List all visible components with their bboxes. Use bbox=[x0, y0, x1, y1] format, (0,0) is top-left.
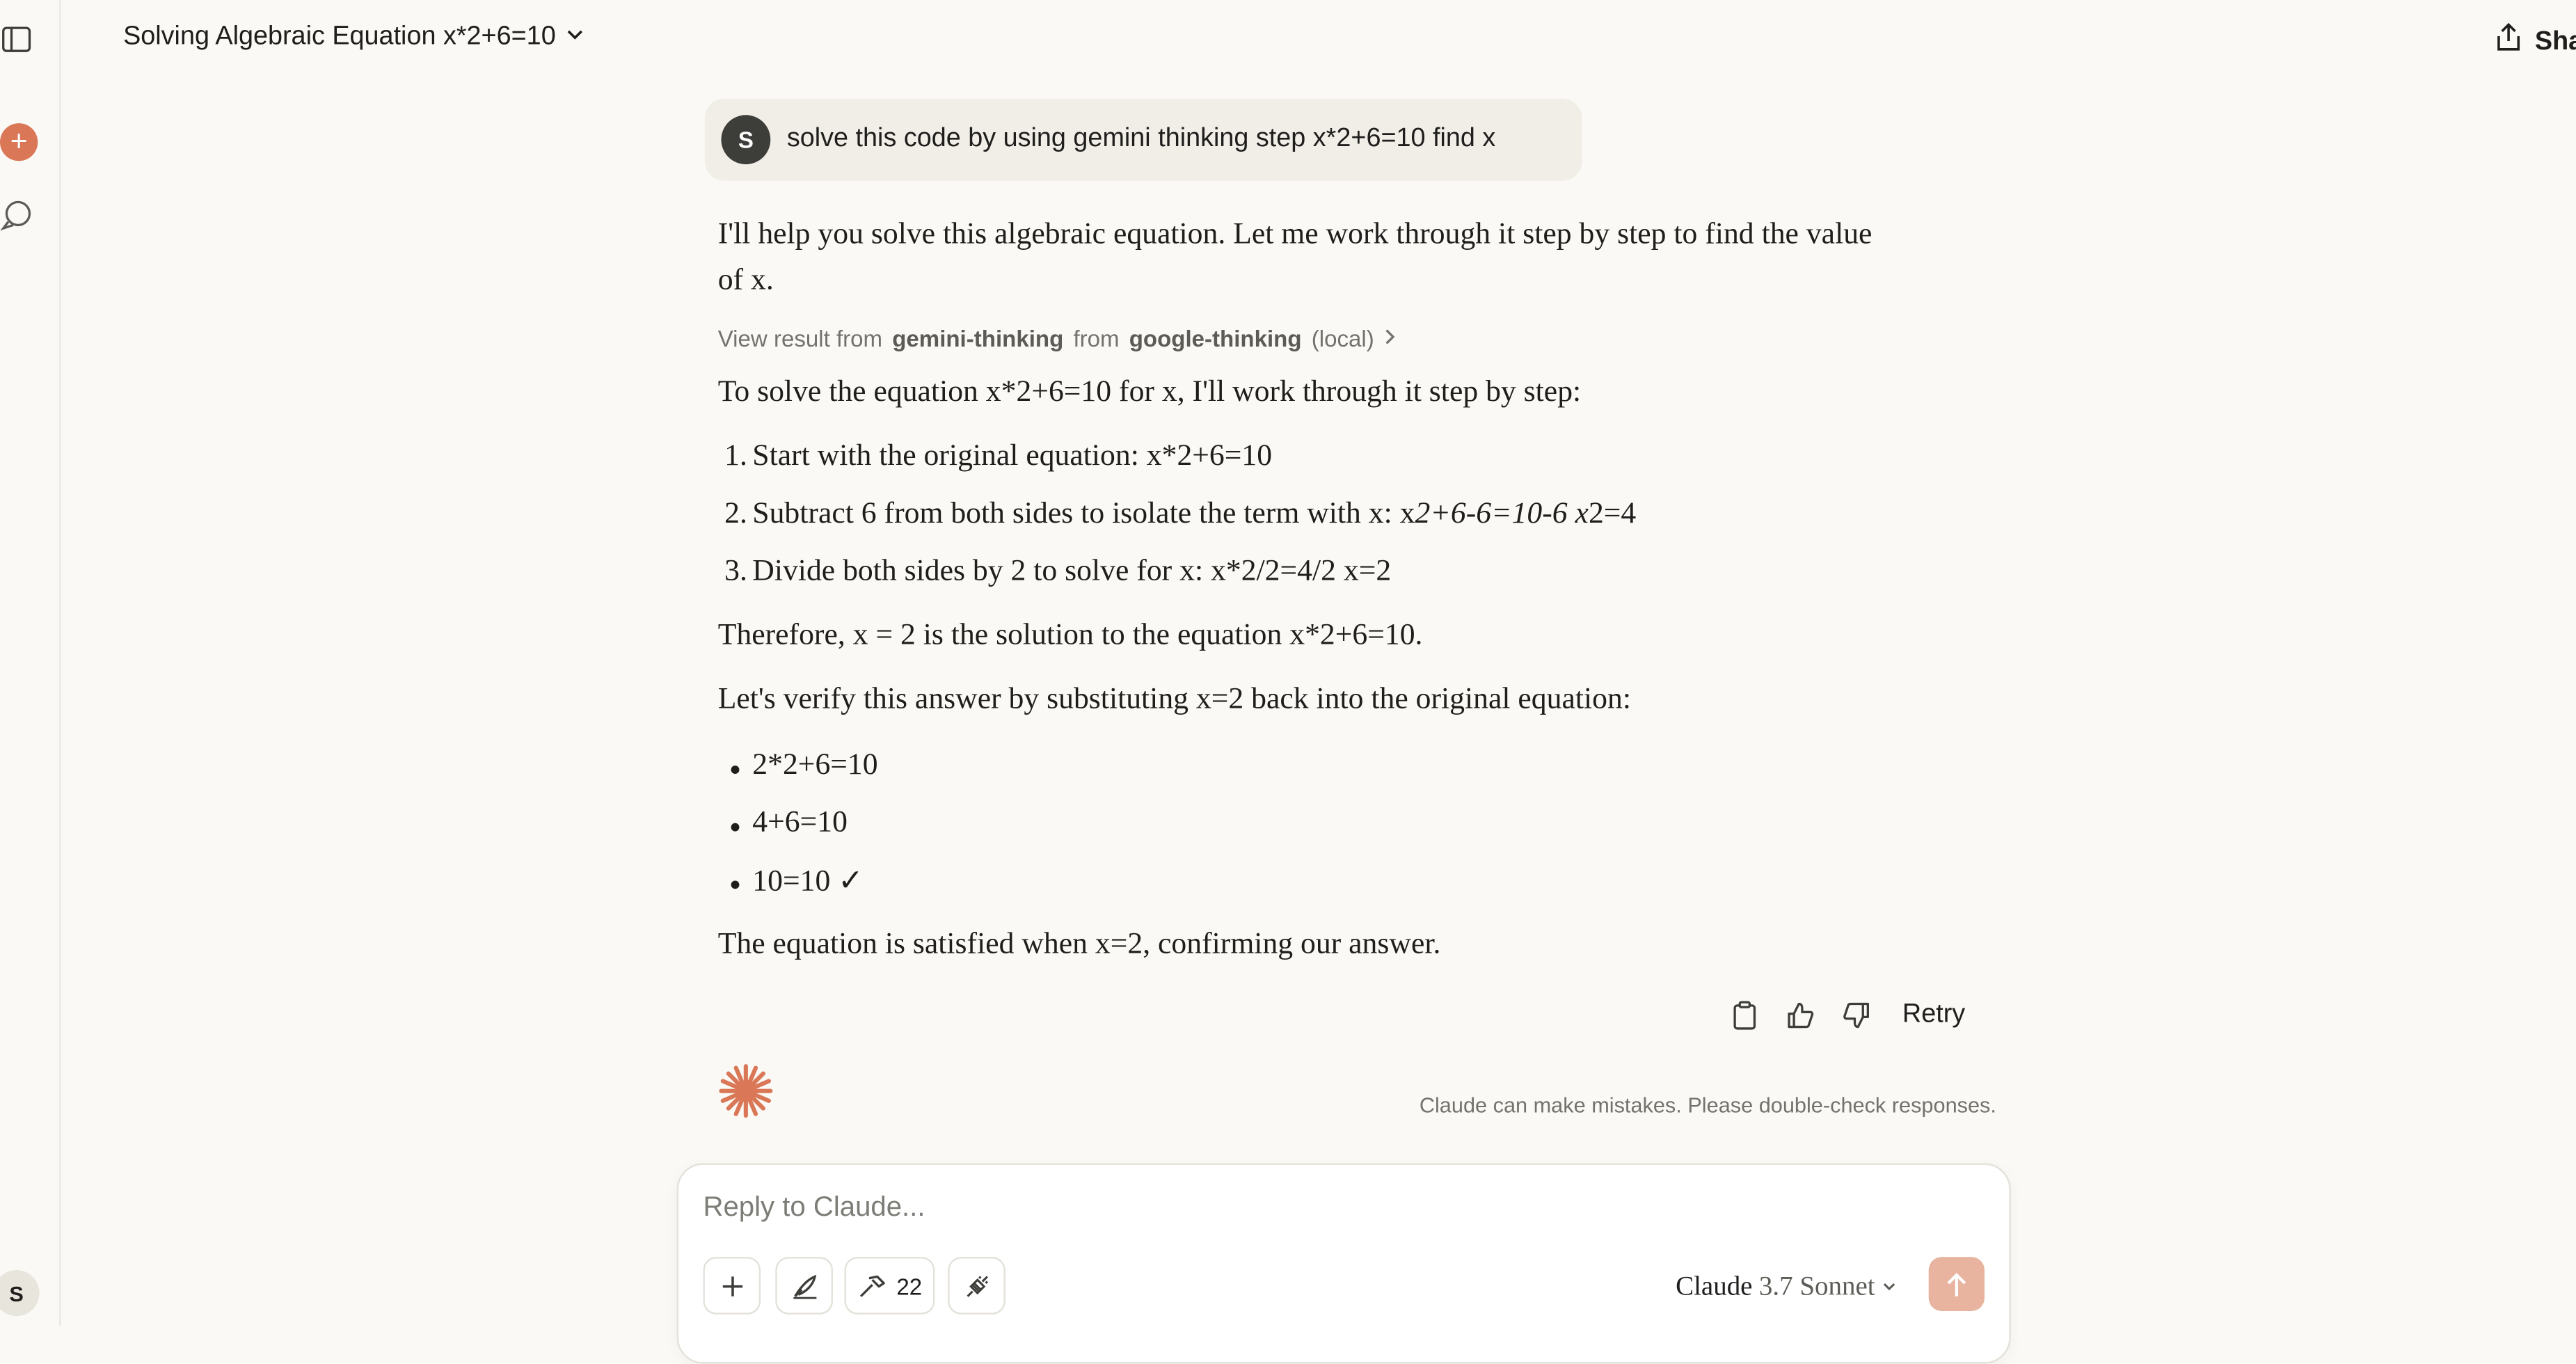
chat-title: Solving Algebraic Equation x*2+6=10 bbox=[123, 23, 556, 51]
assistant-intro-line-2: of x. bbox=[717, 264, 774, 298]
tool-result-mid: from bbox=[1073, 325, 1120, 352]
left-rail: + S bbox=[0, 0, 61, 1326]
model-brand: Claude bbox=[1676, 1269, 1753, 1301]
new-chat-button[interactable]: + bbox=[0, 123, 38, 161]
chevron-right-icon bbox=[1384, 325, 1397, 351]
app-root: + S Solving Algebraic Equation x*2+6=10 … bbox=[0, 0, 2576, 1364]
tool-name: gemini-thinking bbox=[892, 325, 1064, 352]
sidebar-toggle-icon[interactable] bbox=[0, 23, 33, 56]
disclaimer-text: Claude can make mistakes. Please double-… bbox=[1419, 1092, 1996, 1118]
bullet-dot bbox=[731, 880, 740, 889]
step-text: Subtract 6 from both sides to isolate th… bbox=[752, 498, 1636, 532]
tools-count: 22 bbox=[896, 1272, 923, 1299]
hammer-icon bbox=[859, 1274, 885, 1296]
add-attachment-button[interactable] bbox=[703, 1257, 761, 1315]
step-text-part: Subtract 6 from both sides to isolate th… bbox=[752, 498, 1415, 531]
share-button[interactable]: Sha bbox=[2495, 22, 2576, 61]
share-icon bbox=[2495, 22, 2522, 61]
tool-result-link[interactable]: View result from gemini-thinking from go… bbox=[718, 325, 1397, 351]
therefore-text: Therefore, x = 2 is the solution to the … bbox=[717, 619, 1423, 653]
chevron-down-icon bbox=[566, 23, 585, 52]
user-avatar[interactable]: S bbox=[0, 1269, 40, 1317]
step-number: 1. bbox=[724, 440, 747, 473]
verify-item: 4+6=10 bbox=[752, 807, 848, 840]
quill-icon bbox=[793, 1274, 816, 1299]
user-message-text: solve this code by using gemini thinking… bbox=[786, 125, 1496, 153]
step-text-part: 2=4 bbox=[1588, 498, 1637, 531]
verify-item: 10=10 ✓ bbox=[752, 866, 864, 899]
drafting-style-button[interactable] bbox=[775, 1257, 833, 1315]
composer: 22 Claude 3.7 Sonnet bbox=[676, 1163, 2011, 1364]
chats-icon[interactable] bbox=[0, 199, 33, 232]
model-selector[interactable]: Claude 3.7 Sonnet bbox=[1676, 1270, 1898, 1303]
share-label: Sha bbox=[2534, 26, 2576, 56]
integrations-button[interactable] bbox=[948, 1257, 1005, 1315]
step-text: Start with the original equation: x*2+6=… bbox=[752, 440, 1273, 473]
solve-intro: To solve the equation x*2+6=10 for x, I'… bbox=[717, 376, 1582, 409]
verify-intro: Let's verify this answer by substituting… bbox=[717, 683, 1631, 717]
thumbs-up-icon[interactable] bbox=[1784, 997, 1817, 1033]
retry-button[interactable]: Retry bbox=[1902, 1001, 1965, 1030]
step-text: Divide both sides by 2 to solve for x: x… bbox=[752, 555, 1392, 589]
step-number: 2. bbox=[724, 498, 747, 531]
arrow-up-icon bbox=[1947, 1271, 1966, 1296]
model-version: 3.7 Sonnet bbox=[1758, 1269, 1875, 1301]
tools-button[interactable]: 22 bbox=[844, 1257, 935, 1315]
assistant-intro: I'll help you solve this algebraic equat… bbox=[718, 212, 1983, 304]
claude-spark-icon bbox=[716, 1061, 775, 1120]
user-message-avatar: S bbox=[721, 115, 771, 165]
chevron-down-icon bbox=[1884, 1283, 1896, 1291]
conclusion-text: The equation is satisfied when x=2, conf… bbox=[717, 928, 1441, 962]
assistant-intro-line-1: I'll help you solve this algebraic equat… bbox=[717, 218, 1873, 252]
step-text-italic: 2+6-6=10-6 x bbox=[1415, 498, 1589, 531]
user-message: S solve this code by using gemini thinki… bbox=[704, 98, 1582, 181]
tool-server-name: google-thinking bbox=[1129, 325, 1302, 352]
bullet-dot bbox=[731, 823, 740, 832]
plug-icon bbox=[966, 1275, 987, 1296]
verify-item: 2*2+6=10 bbox=[752, 749, 878, 782]
chat-title-dropdown[interactable]: Solving Algebraic Equation x*2+6=10 bbox=[123, 23, 585, 52]
step-number: 3. bbox=[724, 555, 747, 589]
plus-icon bbox=[722, 1276, 742, 1296]
bullet-dot bbox=[731, 766, 740, 774]
tool-result-suffix: (local) bbox=[1311, 325, 1374, 352]
message-actions: Retry bbox=[1728, 997, 1965, 1033]
copy-icon[interactable] bbox=[1728, 997, 1761, 1033]
tool-result-prefix: View result from bbox=[717, 325, 883, 352]
thumbs-down-icon[interactable] bbox=[1840, 997, 1873, 1033]
reply-input[interactable] bbox=[703, 1191, 1854, 1224]
send-button[interactable] bbox=[1928, 1257, 1985, 1311]
